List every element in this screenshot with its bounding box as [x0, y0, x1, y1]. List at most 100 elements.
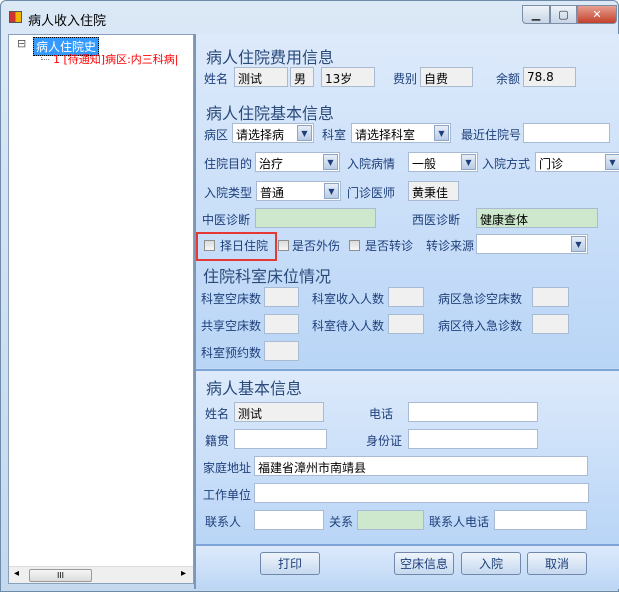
empty-beds-button[interactable]: 空床信息 — [394, 552, 454, 575]
chevron-down-icon[interactable]: ▼ — [571, 236, 586, 252]
mode-value: 门诊 — [539, 157, 564, 171]
condition-label: 入院病情 — [347, 157, 396, 171]
id-input[interactable] — [408, 429, 538, 449]
fee-sex-field: 男 — [290, 67, 314, 87]
address-label: 家庭地址 — [203, 461, 252, 475]
patient-section: 病人基本信息 姓名 测试 电话 籍贯 身份证 家庭地址 福建省漳州市南靖县 工作… — [196, 369, 619, 544]
type-label: 入院类型 — [204, 186, 253, 200]
dept-reservations-label: 科室预约数 — [201, 346, 262, 360]
ward-select[interactable]: 请选择病 ▼ — [232, 123, 314, 143]
ward-label: 病区 — [204, 128, 229, 142]
shared-beds-field — [264, 314, 299, 334]
admit-button[interactable]: 入院 — [461, 552, 521, 575]
dept-select[interactable]: 请选择科室 ▼ — [351, 123, 451, 143]
chevron-down-icon[interactable]: ▼ — [434, 125, 449, 141]
purpose-select[interactable]: 治疗 ▼ — [255, 152, 340, 172]
ward-er-beds-field — [532, 287, 569, 307]
contact-phone-label: 联系人电话 — [429, 515, 490, 529]
choose-day-checkbox[interactable] — [204, 240, 215, 251]
type-select[interactable]: 普通 ▼ — [256, 181, 341, 201]
patient-title: 病人基本信息 — [206, 379, 303, 398]
relation-label: 关系 — [329, 515, 354, 529]
contact-label: 联系人 — [205, 515, 242, 529]
ward-value: 请选择病 — [236, 128, 285, 142]
phone-label: 电话 — [369, 407, 394, 421]
native-input[interactable] — [234, 429, 327, 449]
relation-input[interactable] — [357, 510, 424, 530]
dept-reservations-field — [264, 341, 299, 361]
tcm-input[interactable] — [255, 208, 376, 228]
trauma-checkbox[interactable] — [278, 240, 289, 251]
shared-beds-label: 共享空床数 — [201, 319, 262, 333]
doctor-label: 门诊医师 — [347, 186, 396, 200]
print-button[interactable]: 打印 — [260, 552, 320, 575]
mode-label: 入院方式 — [482, 157, 531, 171]
minimize-button[interactable]: ▁ — [522, 5, 550, 24]
id-label: 身份证 — [366, 434, 403, 448]
tree-child-item[interactable]: 1 [待通知]病区:内三科病| — [53, 51, 193, 67]
native-label: 籍贯 — [205, 434, 230, 448]
scroll-left-icon[interactable]: ◂ — [14, 568, 19, 579]
choose-day-label[interactable]: 择日住院 — [220, 237, 268, 254]
beds-title: 住院科室床位情况 — [203, 267, 332, 286]
last-no-input[interactable] — [523, 123, 610, 143]
scroll-right-icon[interactable]: ▸ — [181, 568, 186, 579]
patient-name-label: 姓名 — [205, 407, 230, 421]
horizontal-scrollbar[interactable]: ◂ III ▸ — [9, 566, 193, 583]
maximize-button[interactable]: ▢ — [550, 5, 577, 24]
fee-title: 病人住院费用信息 — [206, 48, 335, 67]
trauma-label[interactable]: 是否外伤 — [292, 237, 340, 254]
dept-admitted-field — [388, 287, 424, 307]
close-button[interactable]: ✕ — [577, 5, 617, 24]
last-no-label: 最近住院号 — [461, 128, 522, 142]
admission-section: 病人住院费用信息 姓名 测试 男 13岁 费别 自费 余额 78.8 病人住院基… — [196, 34, 619, 368]
contact-input[interactable] — [254, 510, 324, 530]
ward-er-beds-label: 病区急诊空床数 — [438, 292, 523, 306]
dept-admitted-label: 科室收入人数 — [312, 292, 385, 306]
doctor-field: 黄秉佳 — [408, 181, 459, 201]
chevron-down-icon[interactable]: ▼ — [605, 154, 619, 170]
chevron-down-icon[interactable]: ▼ — [323, 154, 338, 170]
history-tree: ⊟ 病人住院史 1 [待通知]病区:内三科病| ◂ III ▸ — [8, 34, 194, 584]
purpose-label: 住院目的 — [204, 157, 253, 171]
transfer-src-select[interactable]: ▼ — [476, 234, 588, 254]
type-value: 普通 — [260, 186, 285, 200]
fee-type-label: 费别 — [393, 72, 418, 86]
transfer-label[interactable]: 是否转诊 — [365, 237, 413, 254]
dept-empty-beds-field — [264, 287, 299, 307]
chevron-down-icon[interactable]: ▼ — [297, 125, 312, 141]
dept-value: 请选择科室 — [355, 128, 416, 142]
contact-phone-input[interactable] — [494, 510, 587, 530]
cancel-button[interactable]: 取消 — [527, 552, 587, 575]
fee-age-field: 13岁 — [321, 67, 375, 87]
fee-name-field: 测试 — [234, 67, 288, 87]
balance-field: 78.8 — [523, 67, 576, 87]
transfer-checkbox[interactable] — [349, 240, 360, 251]
wm-label: 西医诊断 — [412, 213, 461, 227]
button-bar: 打印 空床信息 入院 取消 — [196, 544, 619, 589]
address-input[interactable]: 福建省漳州市南靖县 — [254, 456, 588, 476]
form-panel: 病人住院费用信息 姓名 测试 男 13岁 费别 自费 余额 78.8 病人住院基… — [194, 34, 619, 589]
app-icon — [9, 11, 22, 23]
balance-label: 余额 — [496, 72, 521, 86]
chevron-down-icon[interactable]: ▼ — [324, 183, 339, 199]
chevron-down-icon[interactable]: ▼ — [461, 154, 476, 170]
phone-input[interactable] — [408, 402, 538, 422]
condition-value: 一般 — [412, 157, 437, 171]
work-label: 工作单位 — [203, 488, 252, 502]
scroll-thumb[interactable]: III — [29, 569, 92, 582]
basic-title: 病人住院基本信息 — [206, 104, 335, 123]
work-input[interactable] — [254, 483, 589, 503]
window-title: 病人收入住院 — [28, 14, 107, 29]
tree-line — [41, 52, 49, 60]
wm-input[interactable]: 健康查体 — [476, 208, 598, 228]
ward-er-waiting-label: 病区待入急诊数 — [438, 319, 523, 333]
mode-select[interactable]: 门诊 ▼ — [535, 152, 619, 172]
grip-icon: III — [56, 571, 65, 580]
transfer-src-label: 转诊来源 — [426, 239, 475, 253]
purpose-value: 治疗 — [259, 157, 284, 171]
fee-name-label: 姓名 — [204, 72, 229, 86]
condition-select[interactable]: 一般 ▼ — [408, 152, 478, 172]
dept-label: 科室 — [322, 128, 347, 142]
tree-expander-icon[interactable]: ⊟ — [17, 37, 26, 50]
